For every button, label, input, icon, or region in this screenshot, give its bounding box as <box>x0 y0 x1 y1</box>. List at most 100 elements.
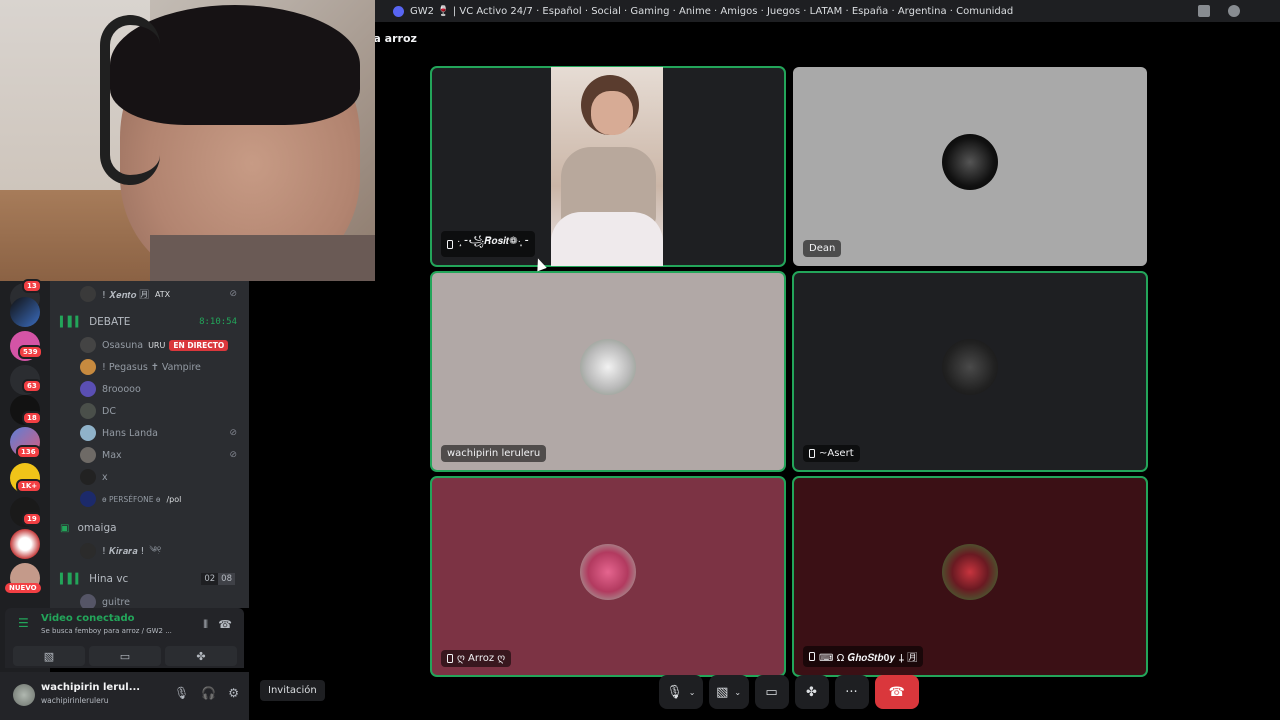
call-controls: 🎙 ⌄ ▧ ⌄ ▭ ✤ ··· ☎ <box>659 675 919 709</box>
microphone-icon: 🎙 <box>666 684 683 700</box>
deafened-icon: ⊘ <box>229 450 237 460</box>
video-stage: ra arroz ·̩͙ ⁃꧁𝑹𝒐𝒔𝒊𝒕❁·̩͙ ⁃ Dean wachipir… <box>249 22 1280 720</box>
disconnect-icon[interactable]: ☎ <box>218 618 232 631</box>
unread-badge: 539 <box>18 345 43 359</box>
voice-member[interactable]: x <box>50 466 249 488</box>
voice-connection-panel: ☰ Video conectado Se busca femboy para a… <box>5 608 244 668</box>
activities-button[interactable]: ✤ <box>165 646 237 666</box>
voice-channel-omaiga[interactable]: ▣ omaiga <box>50 517 249 539</box>
microphone-button[interactable]: 🎙 ⌄ <box>659 675 703 709</box>
server-icon <box>393 5 404 17</box>
channel-list: ! 𝑿𝒆𝒏𝒕𝒐 🈷 ATX ⊘ ▍▌▍ DEBATE 8:10:54 Osasu… <box>50 281 249 608</box>
video-tile-asert[interactable]: ~Asert <box>792 271 1148 472</box>
avatar <box>80 381 96 397</box>
mobile-icon <box>447 239 453 249</box>
voice-member[interactable]: ɵ PERSÉFONE ɵ /pol <box>50 488 249 510</box>
unread-badge: 63 <box>22 379 42 393</box>
ellipsis-icon: ··· <box>845 684 858 700</box>
camera-off-icon: ▧ <box>43 649 55 663</box>
unread-badge: 136 <box>16 445 41 459</box>
voice-member[interactable]: Hans Landa ⊘ <box>50 422 249 444</box>
server-icon[interactable] <box>10 297 40 327</box>
tile-label: wachipirin leruleru <box>441 445 547 462</box>
tile-label: Dean <box>803 240 842 257</box>
video-tile-rosit[interactable]: ·̩͙ ⁃꧁𝑹𝒐𝒔𝒊𝒕❁·̩͙ ⁃ <box>430 66 786 267</box>
channel-header-title: ra arroz <box>368 32 417 45</box>
camera-off-icon: ▧ <box>716 684 729 700</box>
leave-call-button[interactable]: ☎ <box>874 675 919 709</box>
title-bar: GW2 🍷 | VC Activo 24/7 · Español · Socia… <box>375 0 1280 22</box>
video-tile-dean[interactable]: Dean <box>793 67 1147 266</box>
activities-icon: ✤ <box>196 649 206 663</box>
video-tile-ghostboy[interactable]: ⌨ Ω 𝑮𝒉𝒐𝑺𝒕𝒃𝟎𝒚 ⸸ 🈷 <box>792 476 1148 677</box>
lock-icon: ▣ <box>60 522 70 534</box>
screen-share-button[interactable]: ▭ <box>89 646 161 666</box>
invite-button[interactable]: Invitación <box>260 680 325 701</box>
avatar <box>942 543 998 600</box>
voice-activity-icon: ▍▌▍ <box>60 573 84 585</box>
help-icon[interactable] <box>1228 5 1240 17</box>
voice-member[interactable]: Osasuna URU EN DIRECTO <box>50 334 249 356</box>
avatar[interactable] <box>13 684 35 706</box>
avatar <box>80 403 96 419</box>
avatar <box>80 543 96 559</box>
avatar <box>80 337 96 353</box>
screen-share-icon: ▭ <box>119 649 131 663</box>
camera-button[interactable]: ▧ <box>13 646 85 666</box>
voice-member[interactable]: ! 𝑿𝒆𝒏𝒕𝒐 🈷 ATX ⊘ <box>50 283 249 305</box>
new-badge: NUEVO <box>5 583 41 593</box>
avatar <box>580 543 636 600</box>
avatar <box>942 133 998 190</box>
channel-timer: 8:10:54 <box>199 317 237 327</box>
chevron-down-icon[interactable]: ⌄ <box>689 688 696 697</box>
mobile-icon <box>809 449 815 458</box>
unread-badge: 13 <box>22 279 42 293</box>
voice-member[interactable]: ! 𝑲𝒊𝒓𝒂𝒓𝒂 ! ༄ٜ୧ <box>50 540 249 562</box>
video-tile-arroz[interactable]: ღ Arroz ღ <box>430 476 786 677</box>
avatar <box>580 338 636 395</box>
tile-label: ⌨ Ω 𝑮𝒉𝒐𝑺𝒕𝒃𝟎𝒚 ⸸ 🈷 <box>803 646 924 667</box>
connection-icon: ☰ <box>18 616 29 630</box>
voice-member[interactable]: guitre <box>50 591 249 608</box>
tile-label: ღ Arroz ღ <box>441 650 512 667</box>
video-tile-wachipirin[interactable]: wachipirin leruleru <box>430 271 786 472</box>
inbox-icon[interactable] <box>1198 5 1210 17</box>
voice-member[interactable]: ! Pegasus ✝ Vampire <box>50 356 249 378</box>
user-display-name[interactable]: wachipirin lerul... <box>41 682 140 693</box>
avatar <box>80 491 96 507</box>
gear-icon[interactable]: ⚙ <box>228 686 239 700</box>
person-face <box>591 91 633 135</box>
muted-icon: ⊘ <box>229 428 237 438</box>
voice-channel-hina[interactable]: ▍▌▍ Hina vc 02 08 <box>50 568 249 590</box>
user-panel: wachipirin lerul... wachipirinleruleru 🎙… <box>0 672 249 720</box>
activities-icon: ✤ <box>806 684 817 700</box>
voice-channel-debate[interactable]: ▍▌▍ DEBATE 8:10:54 <box>50 311 249 333</box>
unread-badge: 19 <box>22 512 42 526</box>
activities-button[interactable]: ✤ <box>794 675 829 709</box>
voice-member[interactable]: DC <box>50 400 249 422</box>
voice-member[interactable]: 8rooooo <box>50 378 249 400</box>
avatar <box>942 338 998 395</box>
pillow <box>551 212 663 266</box>
user-limit-counter: 02 08 <box>201 573 235 585</box>
muted-icon: ⊘ <box>229 289 237 299</box>
mobile-icon <box>447 654 453 663</box>
connection-status: Video conectado <box>41 613 135 624</box>
voice-member[interactable]: Max ⊘ <box>50 444 249 466</box>
server-title: GW2 🍷 | VC Activo 24/7 · Español · Socia… <box>410 5 1014 17</box>
chevron-down-icon[interactable]: ⌄ <box>734 688 741 697</box>
headphones-icon[interactable]: 🎧 <box>201 686 216 700</box>
connection-channel[interactable]: Se busca femboy para arroz / GW2 ... <box>41 627 172 635</box>
server-icon[interactable] <box>10 529 40 559</box>
camera-button[interactable]: ▧ ⌄ <box>708 675 749 709</box>
avatar <box>80 359 96 375</box>
microphone-icon[interactable]: 🎙 <box>174 686 189 700</box>
unread-badge: 1K+ <box>16 479 43 493</box>
avatar <box>80 469 96 485</box>
screen-share-button[interactable]: ▭ <box>754 675 789 709</box>
video-feed <box>551 67 663 266</box>
more-options-button[interactable]: ··· <box>834 675 869 709</box>
avatar <box>80 447 96 463</box>
avatar <box>80 425 96 441</box>
noise-suppression-icon[interactable]: ⦀ <box>203 618 208 632</box>
